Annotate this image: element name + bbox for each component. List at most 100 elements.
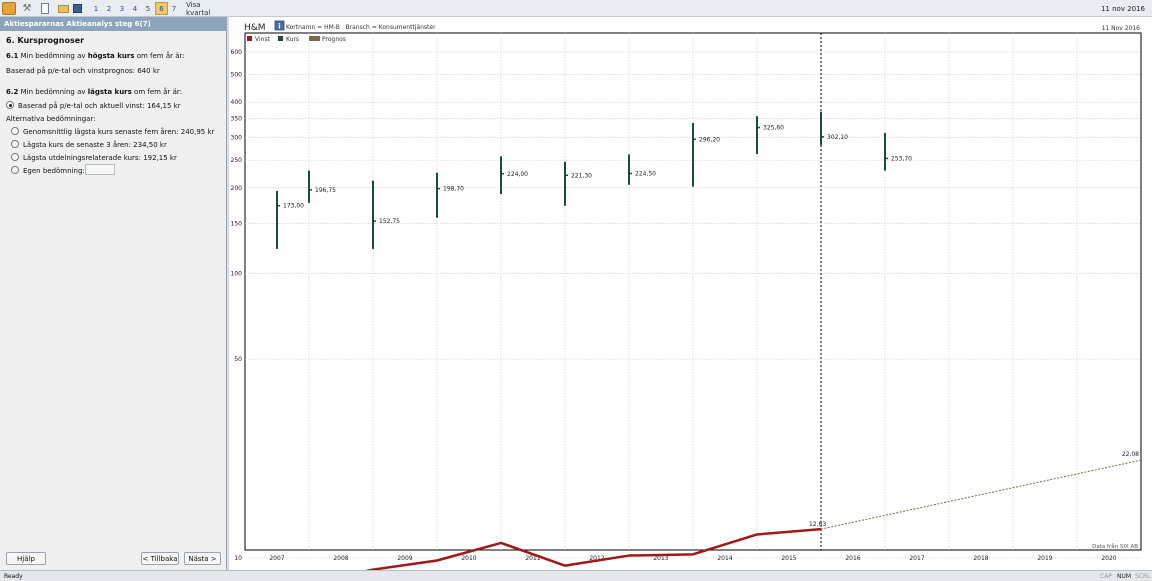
- kurs-data-label: 221,30: [571, 172, 592, 179]
- radio-own[interactable]: [11, 166, 19, 174]
- y-tick-label: 600: [231, 49, 243, 56]
- info-i-glyph: i: [278, 23, 280, 31]
- quarter-toggle[interactable]: Visa kvartal: [186, 1, 226, 17]
- step-6-button[interactable]: 6: [155, 2, 168, 15]
- high-estimate-value: 640 kr: [137, 67, 160, 75]
- section-6-1-text-b: om fem år är:: [136, 52, 185, 60]
- y-tick-label: 250: [231, 157, 243, 164]
- step-7-button[interactable]: 7: [169, 2, 179, 15]
- kurs-data-label: 253,70: [891, 155, 912, 162]
- status-bar: Ready CAP NUM SCRL: [0, 570, 1152, 581]
- step-2-button[interactable]: 2: [103, 2, 115, 15]
- y-tick-label: 10: [234, 555, 242, 562]
- high-estimate-label: Baserad på p/e-tal och vinstprognos:: [6, 67, 136, 75]
- status-num: NUM: [1117, 573, 1132, 580]
- radio-own-label: Egen bedömning:: [23, 167, 85, 175]
- folder-icon[interactable]: [56, 2, 70, 15]
- alt-heading: Alternativa bedömningar:: [6, 115, 96, 123]
- home-icon[interactable]: [2, 2, 16, 15]
- radio-low-3y-row: Lägsta kurs de senaste 3 åren: 234,50 kr: [23, 141, 167, 149]
- kurs-data-label: 296,20: [699, 136, 720, 143]
- panel-title: Aktiespararnas Aktieanalys steg 6(7): [0, 17, 226, 31]
- y-tick-label: 100: [231, 270, 243, 277]
- back-button[interactable]: < Tillbaka: [141, 552, 179, 565]
- document-icon[interactable]: [38, 2, 52, 15]
- radio-dividend-value: 192,15 kr: [143, 154, 177, 162]
- x-tick-label: 2010: [461, 555, 476, 562]
- section-6-1: 6.1 Min bedömning av högsta kurs om fem …: [6, 52, 185, 60]
- legend: Vinst Kurs Prognos: [247, 36, 346, 43]
- y-tick-label: 500: [231, 72, 243, 79]
- kurs-data-label: 198,70: [443, 186, 464, 193]
- x-tick-label: 2014: [717, 555, 732, 562]
- legend-prognos-swatch: [309, 36, 320, 41]
- kurs-data-label: 224,50: [635, 171, 656, 178]
- step-5-button[interactable]: 5: [142, 2, 154, 15]
- high-estimate-row: Baserad på p/e-tal och vinstprognos: 640…: [6, 67, 160, 75]
- x-tick-label: 2015: [781, 555, 796, 562]
- chart-panel: H&M i Kortnamn = HM-B Bransch = Konsumen…: [229, 17, 1152, 581]
- legend-vinst-swatch: [247, 36, 252, 41]
- legend-prognos-label: Prognos: [322, 36, 346, 43]
- section-6-2: 6.2 Min bedömning av lägsta kurs om fem …: [6, 88, 182, 96]
- toolbar: ⚒ 1 2 3 4 5 6 7 Visa kvartal 11 nov 2016: [0, 0, 1152, 17]
- prognos-series: 22,08: [820, 451, 1142, 530]
- section-6-2-text-b: om fem år är:: [134, 88, 182, 96]
- y-tick-label: 350: [231, 116, 243, 123]
- radio-low-3y-value: 234,50 kr: [133, 141, 167, 149]
- section-6-2-text-a: Min bedömning av: [20, 88, 86, 96]
- vinst-point: [628, 554, 630, 557]
- price-chart: H&M i Kortnamn = HM-B Bransch = Konsumen…: [231, 20, 1142, 581]
- radio-dividend[interactable]: [11, 153, 19, 161]
- status-scrl: SCRL: [1135, 573, 1151, 580]
- kurs-data-label: 196,75: [315, 187, 336, 194]
- radio-dividend-label: Lägsta utdelningsrelaterade kurs:: [23, 154, 141, 162]
- next-button[interactable]: Nästa >: [184, 552, 221, 565]
- radio-dividend-row: Lägsta utdelningsrelaterade kurs: 192,15…: [23, 154, 177, 162]
- vinst-point: [500, 542, 502, 544]
- radio-avg-low-5y-value: 240,95 kr: [180, 128, 215, 136]
- radio-low-3y[interactable]: [11, 140, 19, 148]
- step-1-button[interactable]: 1: [90, 2, 102, 15]
- analysis-panel: Aktiespararnas Aktieanalys steg 6(7) 6. …: [0, 17, 227, 570]
- status-ready: Ready: [4, 573, 23, 580]
- vinst-point: [692, 553, 694, 556]
- x-tick-label: 2008: [333, 555, 348, 562]
- step-4-button[interactable]: 4: [129, 2, 141, 15]
- help-button[interactable]: Hjälp: [6, 552, 46, 565]
- y-tick-label: 150: [231, 220, 243, 227]
- radio-low-3y-label: Lägsta kurs de senaste 3 åren:: [23, 141, 131, 149]
- kurs-data-label: 173,00: [283, 203, 304, 210]
- radio-avg-low-5y-label: Genomsnittlig lägsta kurs senaste fem år…: [23, 128, 179, 136]
- radio-avg-low-5y[interactable]: [11, 127, 19, 135]
- section-6-2-bold: lägsta kurs: [87, 88, 132, 96]
- x-tick-label: 2007: [269, 555, 284, 562]
- y-tick-label: 50: [234, 356, 242, 363]
- chart-date: 11 Nov 2016: [1102, 25, 1141, 32]
- status-caps: CAP: [1100, 573, 1112, 580]
- radio-pe-current[interactable]: [6, 101, 14, 109]
- own-estimate-input[interactable]: [85, 164, 115, 175]
- section-6-1-bold: högsta kurs: [87, 52, 135, 60]
- x-tick-label: 2018: [973, 555, 988, 562]
- radio-pe-current-label: Baserad på p/e-tal och aktuell vinst:: [18, 102, 145, 110]
- prognos-data-label: 22,08: [1122, 451, 1139, 458]
- y-axis-ticks: 10 50 100 150 200 250 300 350 400 500 600: [231, 49, 243, 562]
- wrench-icon[interactable]: ⚒: [20, 2, 34, 15]
- kurs-series: 173,00 196,75 152,75 198,70 224,00 221,30 224,…: [276, 111, 912, 249]
- section-6-1-text-a: Min bedömning av: [20, 52, 86, 60]
- x-tick-label: 2019: [1037, 555, 1052, 562]
- x-tick-label: 2017: [909, 555, 924, 562]
- radio-pe-current-value: 164,15 kr: [146, 102, 181, 110]
- prognos-line: [820, 459, 1142, 530]
- kurs-data-label: 325,60: [763, 125, 784, 132]
- y-tick-label: 200: [231, 185, 243, 192]
- legend-kurs-swatch: [278, 36, 283, 41]
- vinst-data-label: 12,63: [809, 521, 826, 528]
- vinst-point: [756, 533, 758, 536]
- section-heading: 6. Kursprognoser: [6, 36, 85, 45]
- step-3-button[interactable]: 3: [116, 2, 128, 15]
- kurs-data-label: 152,75: [379, 218, 400, 225]
- save-icon[interactable]: [70, 2, 84, 15]
- radio-avg-low-5y-row: Genomsnittlig lägsta kurs senaste fem år…: [23, 128, 214, 136]
